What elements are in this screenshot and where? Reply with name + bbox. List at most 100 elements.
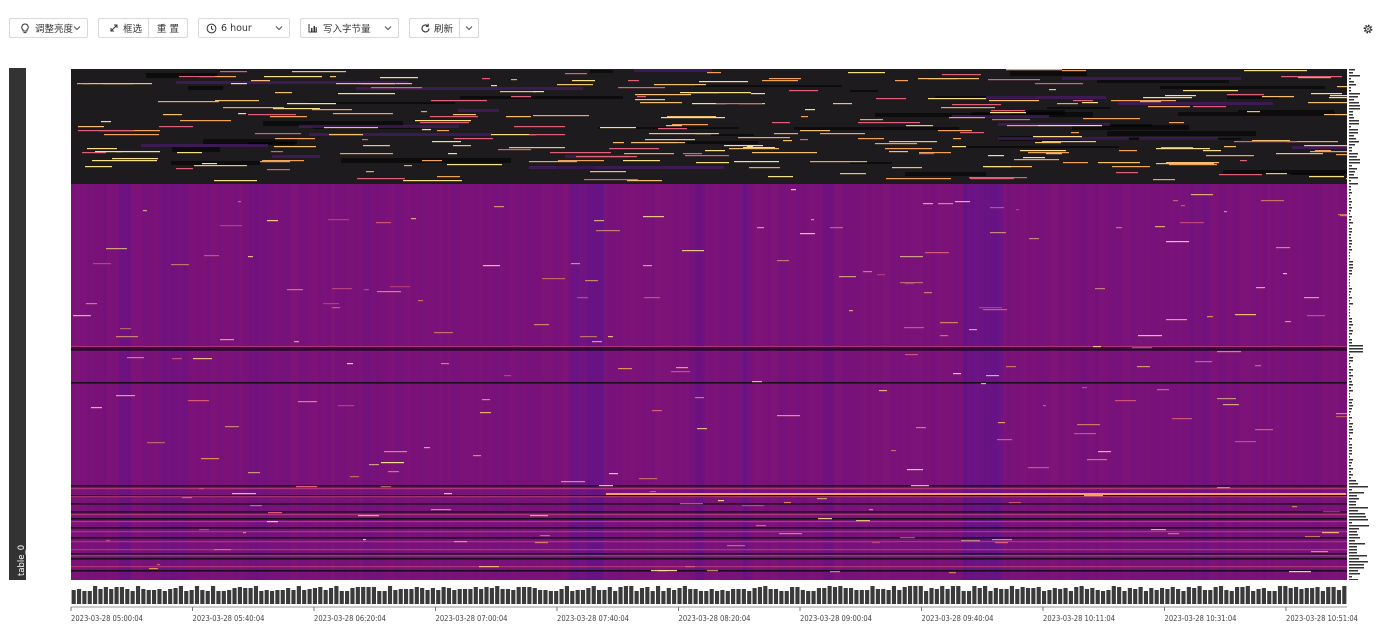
column-summary-bar [430, 588, 435, 604]
hot-dot [618, 368, 632, 370]
heatmap[interactable] [71, 69, 1347, 580]
hot-dot [1191, 194, 1213, 196]
hot-dot [1311, 551, 1328, 553]
column-summary-bar [554, 591, 559, 604]
hot-streak [952, 146, 966, 148]
column-summary-bar [355, 587, 360, 604]
hot-dot [480, 412, 491, 414]
hot-streak [941, 107, 995, 109]
hot-streak [1244, 70, 1307, 72]
table-label-bar[interactable]: table_0 [9, 68, 27, 580]
row-summary-bar [1349, 261, 1353, 263]
hot-streak [983, 166, 1011, 168]
reset-button[interactable]: 重 置 [147, 19, 187, 37]
hot-dot [585, 280, 598, 282]
hot-streak [511, 96, 531, 98]
refresh-button[interactable]: 刷新 [410, 19, 459, 37]
purple-patch [141, 144, 268, 147]
row-summary-bar [1349, 483, 1358, 485]
column-summary-bar [586, 588, 591, 604]
row-summary-bar [1349, 549, 1357, 551]
row-summary-bar [1349, 492, 1364, 494]
select-button[interactable]: 框选 [99, 19, 148, 37]
row-summary-bar [1349, 570, 1358, 572]
purple-patch [1062, 77, 1241, 80]
column-summary-bar [999, 589, 1004, 604]
column-summary-bar [259, 591, 264, 604]
row-summary-bar [1349, 558, 1359, 560]
hot-dot [596, 230, 620, 232]
column-summary-bar [800, 590, 805, 604]
row-summary-bar [1349, 384, 1353, 386]
hot-dot [535, 542, 548, 544]
hot-dot [332, 288, 352, 290]
column-summary-bar [516, 587, 521, 604]
row-summary-bar [1349, 513, 1365, 515]
column-summary-bar [966, 591, 972, 604]
row-gap-line [71, 518, 1347, 520]
hot-streak [892, 167, 922, 169]
refresh-options-button[interactable] [458, 19, 478, 37]
column-summary-bar [194, 586, 200, 604]
column-summary-bar [597, 590, 602, 604]
hot-dot [609, 473, 618, 475]
column-summary-bar [462, 589, 468, 604]
row-summary-bar [1349, 465, 1351, 467]
column-summary-bar [125, 589, 130, 604]
column-summary-bar [891, 586, 897, 604]
hot-streak [810, 161, 867, 163]
row-summary-bar [1349, 87, 1351, 89]
column-summary-bar [345, 591, 350, 604]
hot-dot [925, 252, 949, 254]
hot-dot [577, 297, 588, 299]
hot-streak [482, 78, 490, 80]
hot-streak [509, 147, 565, 149]
hot-streak [1183, 90, 1238, 92]
row-summary-bar [1349, 543, 1365, 545]
row-summary-bar [1349, 522, 1352, 524]
row-summary-bar [1349, 420, 1350, 422]
hot-streak [159, 126, 193, 128]
hot-streak [833, 103, 852, 105]
row-summary-bar [1349, 225, 1350, 227]
metric-dropdown[interactable]: 写入字节量 [300, 18, 399, 38]
hot-dot [376, 222, 391, 224]
column-summary-bar [811, 591, 816, 604]
hot-streak [453, 145, 471, 147]
column-summary-bar [1159, 588, 1165, 604]
column-summary-bar [1170, 587, 1175, 604]
hot-dot [671, 371, 690, 373]
hot-dot [1292, 506, 1297, 508]
column-summary-bar [441, 587, 446, 604]
hot-dot [1077, 424, 1100, 426]
time-range-dropdown[interactable]: 6 hour [198, 18, 290, 38]
hot-dot [940, 322, 958, 324]
row-summary-bar [1349, 396, 1350, 398]
column-summary-bar [109, 589, 114, 604]
x-axis-tick-label: 2023-03-28 10:31:04 [1165, 614, 1237, 623]
column-summary-bar [489, 588, 494, 604]
hot-dot [998, 422, 1005, 424]
refresh-group: 刷新 [409, 18, 479, 38]
column-summary-bar [934, 589, 939, 604]
hot-streak [500, 91, 536, 93]
column-summary-bar [200, 590, 205, 604]
hot-streak [1014, 159, 1059, 161]
column-summary-bar [688, 589, 693, 604]
column-summary-bar [623, 586, 628, 604]
brightness-dropdown[interactable]: 调整亮度 [9, 18, 88, 38]
row-summary-bar [1349, 270, 1352, 272]
hot-dot [454, 541, 467, 543]
hot-streak [491, 85, 497, 87]
hot-dot [248, 472, 260, 474]
column-summary-bar [881, 589, 886, 604]
hot-streak [1346, 178, 1347, 180]
row-summary-bar [1349, 300, 1350, 302]
gear-icon[interactable] [1362, 23, 1374, 35]
row-summary-bar [1349, 405, 1353, 407]
row-summary-bar [1349, 366, 1351, 368]
dark-patch [850, 162, 892, 164]
row-summary-bar [1349, 234, 1351, 236]
column-summary-bar [205, 591, 210, 604]
hot-dot [849, 310, 853, 312]
